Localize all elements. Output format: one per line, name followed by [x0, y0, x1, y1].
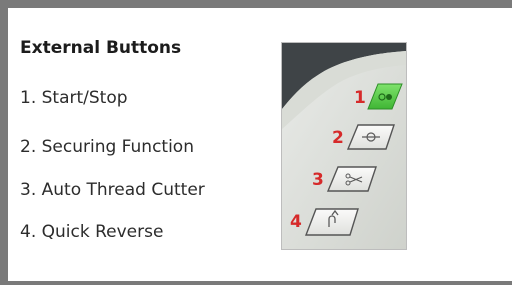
buttons-illustration: 1 2 3 4: [282, 43, 406, 249]
list-item-quick-reverse: 4. Quick Reverse: [20, 222, 164, 242]
list-item-start-stop: 1. Start/Stop: [20, 88, 128, 108]
panel-title: External Buttons: [20, 38, 182, 58]
marker-1: 1: [354, 88, 366, 108]
marker-2: 2: [332, 128, 344, 148]
sewing-machine-buttons-photo: 1 2 3 4: [281, 42, 407, 250]
list-item-auto-thread-cutter: 3. Auto Thread Cutter: [20, 180, 205, 200]
marker-3: 3: [312, 170, 324, 190]
external-buttons-panel: External Buttons 1. Start/Stop 2. Securi…: [8, 8, 512, 281]
marker-4: 4: [290, 212, 302, 232]
quick-reverse-button[interactable]: [304, 208, 359, 236]
list-item-securing-function: 2. Securing Function: [20, 137, 194, 157]
